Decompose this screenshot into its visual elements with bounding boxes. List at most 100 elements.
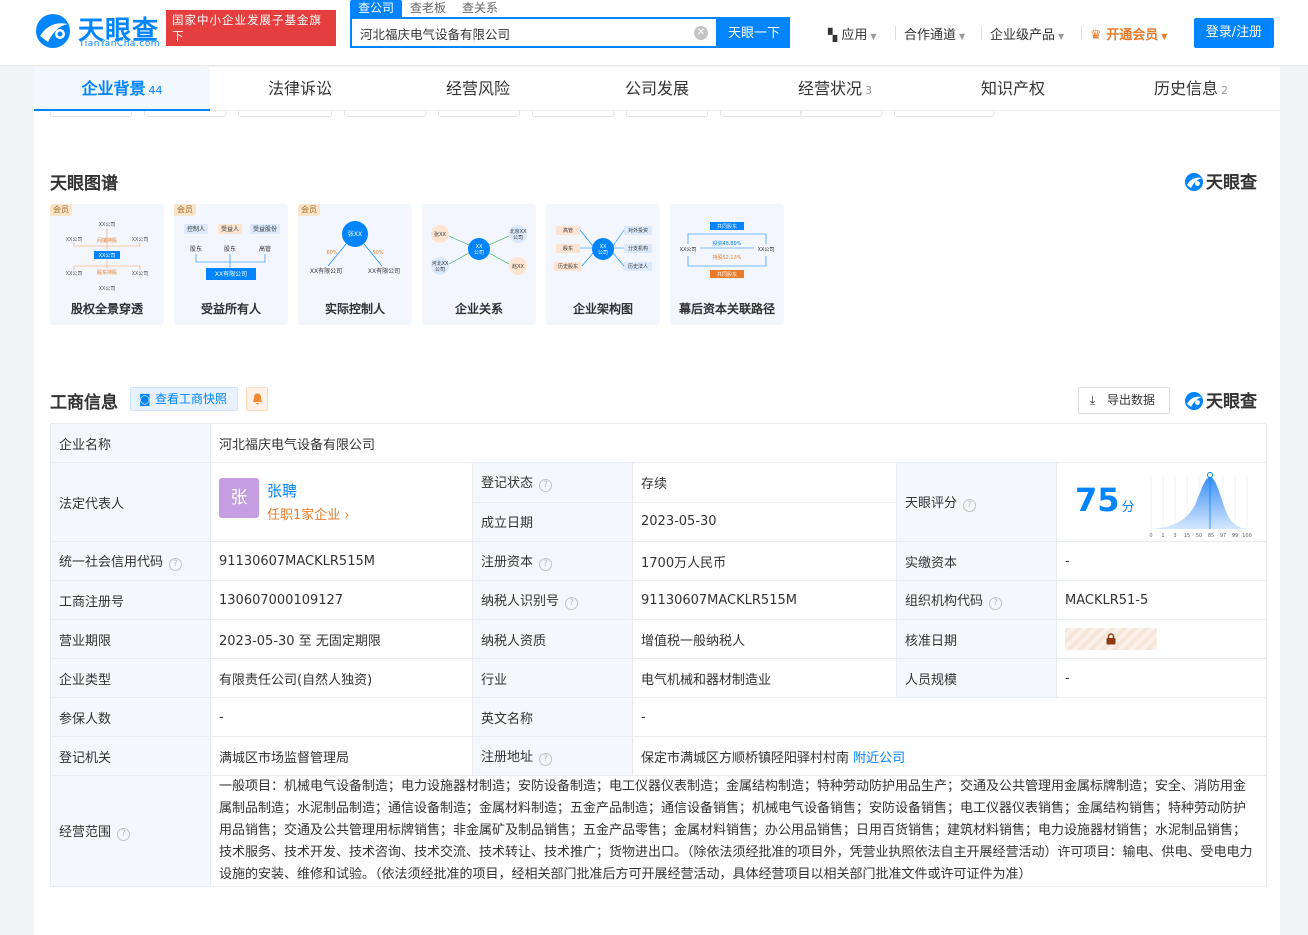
nav-vip[interactable]: ♛ 开通会员 ▼ bbox=[1090, 24, 1167, 43]
reg-no-value: 130607000109127 bbox=[210, 580, 473, 620]
search-input[interactable] bbox=[360, 24, 680, 42]
help-icon[interactable]: ? bbox=[963, 499, 977, 512]
snapshot-button[interactable]: ◙ 查看工商快照 bbox=[130, 387, 238, 411]
tab-development[interactable]: 公司发展 bbox=[570, 67, 744, 111]
graph-card-beneficiary[interactable]: 控制人 受益人 受益股份 股东 股东 高管 XX有限公司 会员 受益所有人 bbox=[174, 204, 288, 325]
subnav-stub bbox=[532, 111, 614, 117]
score-cell[interactable]: 75 分 0 1 3 15 50 85 97 99 100 bbox=[1055, 462, 1268, 542]
clear-icon[interactable]: ✕ bbox=[694, 26, 708, 40]
graph-card-equity[interactable]: XX公司 XX公司 XX公司 XX公司 XX公司 XX公司 XX公司 间接持股 … bbox=[50, 204, 164, 325]
legal-rep-positions[interactable]: 任职1家企业 › bbox=[267, 504, 350, 523]
legal-rep-label: 法定代表人 bbox=[50, 462, 211, 542]
taxpayer-id-label: 纳税人识别号? bbox=[472, 580, 633, 620]
status-label: 登记状态? bbox=[472, 462, 633, 503]
table-row: 参保人数 - 英文名称 - bbox=[50, 697, 1268, 737]
table-row: 工商注册号 130607000109127 纳税人识别号? 91130607MA… bbox=[50, 580, 1268, 620]
tab-label: 企业背景 bbox=[81, 79, 146, 98]
tab-history[interactable]: 历史信息 2 bbox=[1104, 67, 1278, 111]
axis-tick: 1 bbox=[1161, 533, 1164, 539]
english-name-value: - bbox=[631, 697, 1268, 737]
search-type-tabs: 查公司 查老板 查关系 bbox=[350, 0, 506, 17]
nav-enterprise[interactable]: 企业级产品 ▼ bbox=[990, 24, 1064, 43]
subnav-stub bbox=[144, 111, 226, 117]
insured-value: - bbox=[210, 697, 473, 737]
tab-risk[interactable]: 经营风险 bbox=[391, 67, 565, 111]
nav-channel[interactable]: 合作通道 ▼ bbox=[904, 24, 965, 43]
company-name-label: 企业名称 bbox=[50, 423, 211, 463]
locked-value[interactable] bbox=[1065, 628, 1157, 650]
help-icon[interactable]: ? bbox=[539, 479, 553, 493]
structure-graph-preview: 高管 股东 历史股东 XX 公司 对外投资 分支机构 历史法人 bbox=[554, 226, 652, 271]
graph-card-capital-path[interactable]: 共同股东 XX公司 XX公司 投资48.89% 持股52.13% 共同股东 幕后… bbox=[670, 204, 784, 325]
node: XX有限公司 bbox=[215, 270, 247, 278]
help-icon[interactable]: ? bbox=[539, 558, 553, 571]
established-label: 成立日期 bbox=[472, 501, 633, 542]
graph-card-relation[interactable]: 张XX 北京XX 公司 XX 公司 河北XX 公司 赵XX 企业关系 bbox=[422, 204, 536, 325]
node: 历史股东 bbox=[558, 263, 578, 270]
node: 共同股东 bbox=[717, 223, 737, 230]
node: XX公司 bbox=[680, 247, 697, 253]
graph-card-label: 实际控制人 bbox=[324, 302, 385, 316]
graph-card-label: 幕后资本关联路径 bbox=[678, 302, 775, 316]
chevron-right-icon: › bbox=[344, 508, 350, 523]
nav-apps[interactable]: ▚ 应用 ▼ bbox=[828, 24, 877, 43]
search-tab-boss[interactable]: 查老板 bbox=[402, 0, 454, 17]
search-button[interactable]: 天眼一下 bbox=[718, 17, 790, 48]
node: 股东 bbox=[190, 245, 202, 253]
table-row: 企业名称 河北福庆电气设备有限公司 bbox=[50, 423, 1268, 463]
approval-date-value bbox=[1055, 619, 1268, 659]
node: 公司 bbox=[474, 250, 484, 256]
score-box: 75 分 0 1 3 15 50 85 97 99 100 bbox=[1063, 463, 1260, 541]
taxpayer-id-value: 91130607MACKLR515M bbox=[632, 580, 897, 620]
export-button-label: 导出数据 bbox=[1107, 393, 1156, 407]
export-button[interactable]: ⤓ 导出数据 bbox=[1078, 387, 1170, 414]
node: 股东 bbox=[563, 245, 573, 252]
graph-card-controller[interactable]: 张XX XX有限公司 XX有限公司 60% 50% 会员 实际控制人 bbox=[298, 204, 412, 325]
node: XX公司 bbox=[99, 286, 116, 292]
node: 投资48.89% bbox=[712, 240, 741, 247]
node: XX公司 bbox=[66, 237, 83, 243]
node: XX公司 bbox=[66, 271, 83, 277]
address-label-text: 注册地址 bbox=[481, 750, 534, 765]
node: 公司 bbox=[435, 267, 445, 273]
tab-label: 法律诉讼 bbox=[267, 79, 332, 98]
search-tab-relation[interactable]: 查关系 bbox=[454, 0, 506, 17]
tab-count: 44 bbox=[148, 84, 163, 97]
gov-badge: 国家中小企业发展子基金旗下 官方备案企业征信机构 bbox=[166, 10, 336, 59]
tab-operation[interactable]: 经营状况 3 bbox=[748, 67, 922, 111]
status-value: 存续 bbox=[632, 462, 897, 503]
legal-rep-name[interactable]: 张聘 bbox=[267, 480, 297, 501]
search-tab-company[interactable]: 查公司 bbox=[350, 0, 403, 17]
login-button[interactable]: 登录/注册 bbox=[1194, 18, 1274, 48]
axis-tick: 97 bbox=[1220, 533, 1226, 539]
gov-badge-line2: 官方备案企业征信机构 bbox=[172, 45, 297, 59]
node: 河北XX bbox=[432, 260, 449, 267]
vip-tag: 会员 bbox=[174, 204, 196, 216]
brand-logo-text: 天眼查 bbox=[1206, 392, 1257, 412]
avatar[interactable]: 张 bbox=[219, 478, 259, 518]
axis-tick: 50 bbox=[1196, 533, 1202, 539]
snapshot-button-label: 查看工商快照 bbox=[155, 392, 228, 406]
graph-card-structure[interactable]: 高管 股东 历史股东 XX 公司 对外投资 分支机构 历史法人 企业架构图 bbox=[546, 204, 660, 325]
tab-ip[interactable]: 知识产权 bbox=[926, 67, 1100, 111]
authority-value: 满城区市场监督管理局 bbox=[210, 736, 473, 776]
nearby-companies-link[interactable]: 附近公司 bbox=[853, 751, 905, 766]
help-icon[interactable]: ? bbox=[117, 828, 131, 841]
help-icon[interactable]: ? bbox=[539, 753, 553, 766]
relation-graph-preview: 张XX 北京XX 公司 XX 公司 河北XX 公司 赵XX bbox=[431, 225, 527, 275]
tab-background[interactable]: 企业背景 44 bbox=[34, 67, 210, 111]
help-icon[interactable]: ? bbox=[565, 597, 579, 610]
term-value: 2023-05-30 至 无固定期限 bbox=[210, 619, 473, 659]
legal-rep-box: 张 张聘 任职1家企业 › bbox=[219, 478, 464, 526]
axis-tick: 15 bbox=[1184, 533, 1190, 539]
help-icon[interactable]: ? bbox=[989, 597, 1003, 610]
help-icon[interactable]: ? bbox=[169, 558, 183, 571]
main-content: 企业背景 44 法律诉讼 经营风险 公司发展 经营状况 3 知识产权 历史信息 2 天… bbox=[34, 67, 1280, 935]
node: XX有限公司 bbox=[368, 267, 400, 275]
chevron-down-icon: ▼ bbox=[959, 32, 966, 41]
download-icon: ⤓ bbox=[1090, 393, 1096, 407]
tianyancha-logo-icon[interactable] bbox=[34, 12, 74, 50]
axis-tick: 99 bbox=[1232, 533, 1238, 539]
tab-lawsuit[interactable]: 法律诉讼 bbox=[214, 67, 386, 111]
bell-button[interactable] bbox=[246, 387, 268, 411]
